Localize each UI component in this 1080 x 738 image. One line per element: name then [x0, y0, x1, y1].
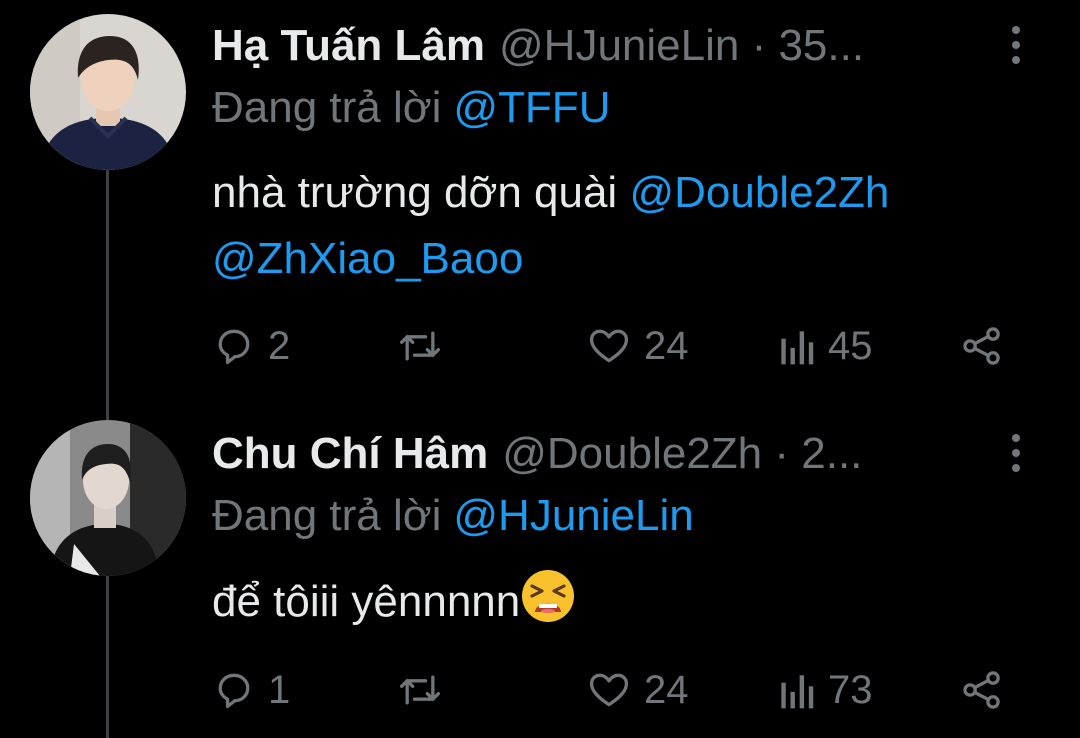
tweet-text-content: nhà trường dỡn quài: [212, 168, 618, 217]
tweet-text: nhà trường dỡn quài @Double2Zh @ZhXiao_B…: [212, 160, 1040, 292]
heart-icon: [589, 673, 629, 707]
thread-line: [106, 576, 109, 738]
analytics-icon: [781, 675, 814, 709]
retweet-icon: [400, 331, 440, 361]
tweet-text: để tôiii yênnnnn: [212, 568, 1040, 635]
replying-to-link[interactable]: @TFFU: [453, 83, 610, 133]
view-count: 73: [828, 667, 873, 712]
tweet-actions: 2 24 45: [212, 316, 1012, 376]
like-button[interactable]: 24: [586, 316, 689, 376]
mention-link[interactable]: @ZhXiao_Baoo: [212, 234, 523, 283]
retweet-icon: [400, 675, 440, 705]
avatar[interactable]: [30, 14, 186, 170]
replying-to: Đang trả lời @TFFU: [212, 78, 610, 138]
like-button[interactable]: 24: [586, 660, 689, 720]
heart-icon: [589, 329, 629, 363]
views-button[interactable]: 73: [776, 660, 873, 720]
analytics-icon: [781, 331, 814, 365]
reply-count: 2: [268, 323, 291, 368]
tweet-actions: 1 24 73: [212, 660, 1012, 720]
like-count: 24: [644, 667, 689, 712]
reply-button[interactable]: 2: [212, 316, 290, 376]
replying-label: Đang trả lời: [212, 83, 442, 132]
tweet-text-content: để tôiii yênnnnn: [212, 577, 521, 626]
retweet-button[interactable]: [396, 316, 444, 376]
share-button[interactable]: [958, 660, 1006, 720]
reply-button[interactable]: 1: [212, 660, 290, 720]
more-options-icon[interactable]: [1004, 15, 1028, 75]
share-icon: [963, 327, 1000, 365]
reply-count: 1: [268, 667, 291, 712]
like-count: 24: [644, 323, 689, 368]
thread-line: [106, 158, 109, 420]
username-and-time[interactable]: @Double2Zh · 2...: [502, 429, 862, 479]
tweet-header: Hạ Tuấn Lâm @HJunieLin · 35...: [212, 14, 1000, 78]
replying-label: Đang trả lời: [212, 491, 442, 540]
display-name[interactable]: Chu Chí Hâm: [212, 429, 488, 479]
mention-link[interactable]: @Double2Zh: [629, 168, 889, 217]
share-icon: [963, 671, 1000, 709]
more-options-icon[interactable]: [1004, 423, 1028, 483]
tweet-header: Chu Chí Hâm @Double2Zh · 2...: [212, 422, 1000, 486]
views-button[interactable]: 45: [776, 316, 873, 376]
tired-face-emoji: [522, 570, 575, 622]
replying-to-link[interactable]: @HJunieLin: [453, 491, 693, 541]
display-name[interactable]: Hạ Tuấn Lâm: [212, 21, 485, 71]
reply-icon: [218, 329, 250, 365]
view-count: 45: [828, 323, 873, 368]
share-button[interactable]: [958, 316, 1006, 376]
username-and-time[interactable]: @HJunieLin · 35...: [499, 21, 864, 71]
reply-icon: [218, 673, 250, 709]
retweet-button[interactable]: [396, 660, 444, 720]
avatar[interactable]: [30, 420, 186, 576]
replying-to: Đang trả lời @HJunieLin: [212, 486, 694, 546]
